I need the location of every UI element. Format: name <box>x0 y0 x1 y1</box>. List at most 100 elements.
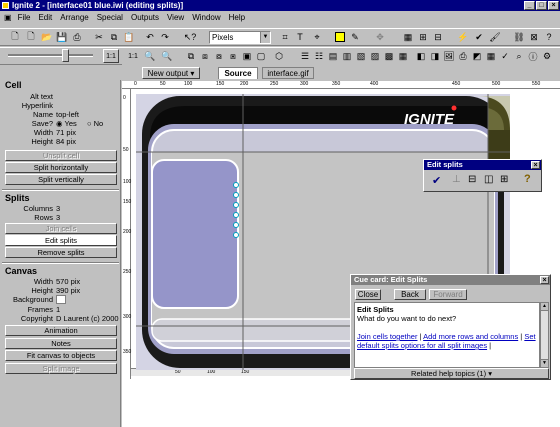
tab-source[interactable]: Source <box>218 67 258 79</box>
zoom-in-icon[interactable]: 🔍 <box>143 49 157 63</box>
help-back-button[interactable]: Back <box>394 289 426 300</box>
align-icon[interactable]: ⧉ <box>184 49 198 63</box>
check-icon[interactable]: ✔ <box>472 30 486 44</box>
frames-icon[interactable]: ▩ <box>382 49 396 63</box>
group-icon[interactable]: ⧈ <box>198 49 212 63</box>
name-value[interactable]: top-left <box>56 110 79 119</box>
undo-icon[interactable]: ↶ <box>143 30 157 44</box>
menu-outputs[interactable]: Outputs <box>128 13 164 22</box>
pencil-icon[interactable]: ✎ <box>348 30 362 44</box>
new-output-dropdown[interactable]: New output ▾ <box>142 67 200 79</box>
zoom-actual-button[interactable]: 1:1 <box>126 49 140 63</box>
zoom-reset-button[interactable]: 1:1 <box>103 49 119 63</box>
split-handle[interactable] <box>233 182 239 188</box>
print-icon[interactable]: ⎙ <box>456 49 470 63</box>
redo-icon[interactable]: ↷ <box>158 30 172 44</box>
link-icon[interactable]: ⛓ <box>512 30 526 44</box>
join-cells-link[interactable]: Join cells together <box>357 332 417 341</box>
zoom-slider-track[interactable] <box>8 54 93 57</box>
open-folder-icon[interactable]: 📂 <box>40 30 54 44</box>
back-icon[interactable]: ▢ <box>254 49 268 63</box>
find-icon[interactable]: ⌕ <box>512 49 526 63</box>
alt-text-row[interactable]: Alt text <box>0 92 121 101</box>
grid-icon[interactable]: ▦ <box>401 30 415 44</box>
properties-icon[interactable]: ☷ <box>312 49 326 63</box>
close-button[interactable]: × <box>548 1 559 10</box>
menu-window[interactable]: Window <box>189 13 225 22</box>
menu-help[interactable]: Help <box>226 13 250 22</box>
split-vertically-button[interactable]: Split vertically <box>5 174 117 185</box>
brush-icon[interactable]: 🖌 <box>488 30 502 44</box>
mask-icon[interactable]: ◩ <box>470 49 484 63</box>
save-yes-radio[interactable]: ◉ Yes <box>56 119 77 128</box>
horizontal-split-icon[interactable]: ⊥ <box>452 174 461 185</box>
effects-icon[interactable]: ▧ <box>354 49 368 63</box>
scripts-icon[interactable]: ▦ <box>396 49 410 63</box>
split-icon[interactable]: ⊠ <box>527 30 541 44</box>
split-horizontally-button[interactable]: Split horizontally <box>5 162 117 173</box>
grid-split-icon[interactable]: ⊞ <box>500 174 508 185</box>
new-doc-icon[interactable]: 🗋 <box>8 30 22 44</box>
check-icon[interactable]: ✔ <box>432 174 441 187</box>
split-handle[interactable] <box>233 202 239 208</box>
animation-button[interactable]: Animation <box>5 325 117 336</box>
minimize-button[interactable]: _ <box>524 1 535 10</box>
menu-file[interactable]: File <box>15 13 36 22</box>
text-style-icon[interactable]: ▨ <box>368 49 382 63</box>
layers-icon[interactable]: ☰ <box>298 49 312 63</box>
swatches-icon[interactable]: ▥ <box>340 49 354 63</box>
close-icon[interactable]: × <box>540 276 549 284</box>
split-preview-icon[interactable]: ◨ <box>428 49 442 63</box>
unsplit-cell-button[interactable]: Unsplit cell <box>5 150 117 161</box>
scroll-down-icon[interactable]: ▼ <box>541 359 548 367</box>
split-handle[interactable] <box>233 222 239 228</box>
background-swatch[interactable] <box>56 295 66 304</box>
help-titlebar[interactable]: Cue card: Edit Splits × <box>351 275 550 285</box>
split-image-button[interactable]: Split image <box>5 363 117 374</box>
palette-icon[interactable]: ▤ <box>326 49 340 63</box>
crop-icon[interactable]: ⌗ <box>278 30 292 44</box>
help-close-button[interactable]: Close <box>355 289 381 300</box>
snap-grid-icon[interactable]: ⊞ <box>416 30 430 44</box>
menu-edit[interactable]: Edit <box>35 13 57 22</box>
menu-special[interactable]: Special <box>94 13 128 22</box>
join-cells-button[interactable]: Join cells <box>5 223 117 234</box>
preview-icon[interactable]: ◧ <box>414 49 428 63</box>
table-icon[interactable]: ▦ <box>484 49 498 63</box>
scroll-up-icon[interactable]: ▲ <box>541 303 548 311</box>
edit-splits-titlebar[interactable]: Edit splits × <box>424 160 541 170</box>
export-icon[interactable]: ⎙ <box>70 30 84 44</box>
wand-icon[interactable]: ⚡ <box>456 30 470 44</box>
ungroup-icon[interactable]: ⧇ <box>212 49 226 63</box>
new-icon[interactable]: 🗋 <box>24 30 38 44</box>
fit-canvas-button[interactable]: Fit canvas to objects <box>5 350 117 361</box>
row-split-icon[interactable]: ⊟ <box>468 174 476 185</box>
split-handle[interactable] <box>233 212 239 218</box>
menu-arrange[interactable]: Arrange <box>57 13 93 22</box>
options-icon[interactable]: ⚙ <box>540 49 554 63</box>
copy-icon[interactable]: ⧉ <box>107 30 121 44</box>
column-split-icon[interactable]: ◫ <box>484 174 493 185</box>
context-help-icon[interactable]: ↖? <box>183 30 197 44</box>
notes-button[interactable]: Notes <box>5 338 117 349</box>
units-select[interactable]: Pixels ▼ <box>209 31 271 44</box>
arrange-icon[interactable]: ⧆ <box>226 49 240 63</box>
edit-splits-button[interactable]: Edit splits <box>5 235 117 246</box>
image-icon[interactable]: 🖼 <box>442 49 456 63</box>
path-tool-icon[interactable]: ⌖ <box>310 30 324 44</box>
split-handle[interactable] <box>233 192 239 198</box>
copyright-value[interactable]: D Laurent (c) 2000 <box>56 314 119 323</box>
tab-interface-gif[interactable]: interface.gif <box>262 67 314 79</box>
close-icon[interactable]: × <box>531 161 540 169</box>
cut-icon[interactable]: ✂ <box>92 30 106 44</box>
fill-color-icon[interactable] <box>333 30 347 44</box>
save-icon[interactable]: 💾 <box>55 30 69 44</box>
front-icon[interactable]: ▣ <box>240 49 254 63</box>
move-icon[interactable]: ✥ <box>373 30 387 44</box>
help-scrollbar[interactable]: ▲ ▼ <box>540 302 549 368</box>
spellcheck-icon[interactable]: ✓ <box>498 49 512 63</box>
text-tool-icon[interactable]: T <box>293 30 307 44</box>
menu-view[interactable]: View <box>164 13 189 22</box>
paste-icon[interactable]: 📋 <box>122 30 136 44</box>
maximize-button[interactable]: □ <box>536 1 547 10</box>
